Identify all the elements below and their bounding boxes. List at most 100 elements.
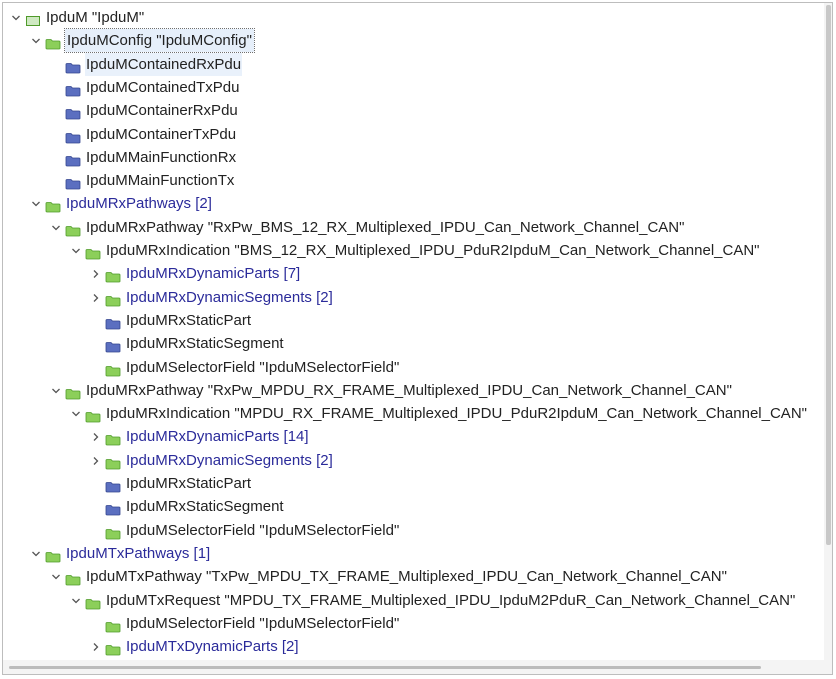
chevron-down-icon[interactable] [49,379,63,402]
tree-node-label: IpduMRxIndication "BMS_12_RX_Multiplexed… [106,242,760,259]
green-folder-icon [65,570,81,586]
blue-folder-icon [105,337,121,353]
tree-node[interactable]: IpduMRxPathway "RxPw_BMS_12_RX_Multiplex… [49,216,824,239]
chevron-down-icon[interactable] [9,6,23,29]
tree-node-label: IpduMSelectorField "IpduMSelectorField" [126,521,400,539]
tree-node[interactable]: IpduMTxPathways [1] [29,542,824,565]
tree-node-label: IpduMContainedRxPdu [85,52,243,76]
tree-node[interactable]: IpduMTxRequest "MPDU_TX_FRAME_Multiplexe… [69,589,824,612]
tree-node-label: IpduMRxDynamicSegments [2] [126,288,333,306]
green-folder-icon [105,524,121,539]
tree-node[interactable]: IpduMRxDynamicSegments [2] [89,449,824,472]
vertical-scrollbar[interactable] [824,3,832,660]
tree-node-label: IpduMRxStaticSegment [126,498,284,516]
module-icon [25,11,41,26]
tree-node-label: IpduMRxStaticPart [126,475,252,492]
chevron-down-icon[interactable] [29,192,43,215]
blue-folder-icon [65,151,81,167]
tree-node-label: IpduMRxDynamicParts [7] [126,265,301,283]
configuration-tree-window: IpduM "IpduM" IpduMConfig "IpduMConfig" Ip… [2,2,833,675]
tree-node[interactable]: IpduMRxIndication "BMS_12_RX_Multiplexed… [69,239,824,262]
chevron-right-icon[interactable] [89,262,103,285]
tree-node[interactable]: IpduMContainedTxPdu [49,76,824,99]
green-folder-icon [105,640,121,656]
green-folder-icon [45,547,61,563]
chevron-down-icon[interactable] [29,542,43,565]
blue-folder-icon [105,314,121,330]
tree-node[interactable]: IpduMSelectorField "IpduMSelectorField" [89,356,824,379]
chevron-down-icon[interactable] [29,29,43,52]
chevron-down-icon[interactable] [69,402,83,425]
chevron-down-icon[interactable] [49,216,63,239]
tree-node-label: IpduM "IpduM" [46,9,145,26]
tree-node-label: IpduMRxPathway "RxPw_BMS_12_RX_Multiplex… [86,218,685,236]
tree-node[interactable]: IpduMTxDynamicParts [2] [89,635,824,658]
green-folder-icon [105,267,121,283]
tree-node[interactable]: IpduMRxStaticPart [89,309,824,332]
tree-node-label: IpduMContainerTxPdu [86,125,237,143]
vertical-scrollbar-thumb[interactable] [826,5,831,545]
green-folder-icon [65,221,81,237]
tree-node[interactable]: IpduMSelectorField "IpduMSelectorField" [89,612,824,635]
tree-node-label: IpduMTxRequest "MPDU_TX_FRAME_Multiplexe… [106,591,796,609]
tree-node[interactable]: IpduMMainFunctionTx [49,169,824,192]
tree-node[interactable]: IpduMContainerRxPdu [49,99,824,122]
green-folder-icon [85,244,101,260]
tree-node-label: IpduMRxDynamicSegments [2] [126,451,333,469]
blue-folder-icon [65,174,81,190]
chevron-right-icon[interactable] [89,449,103,472]
blue-folder-icon [105,477,121,493]
blue-folder-icon [105,500,121,516]
horizontal-scrollbar-thumb[interactable] [9,666,761,669]
tree-node-label: IpduMConfig "IpduMConfig" [64,28,255,54]
tree-node[interactable]: IpduMRxStaticPart [89,472,824,495]
tree-node-label: IpduMMainFunctionRx [86,148,237,166]
config-tree-view[interactable]: IpduM "IpduM" IpduMConfig "IpduMConfig" Ip… [3,3,824,660]
tree-node[interactable]: IpduMRxStaticSegment [89,495,824,518]
green-folder-icon [65,384,81,400]
tree-node[interactable]: IpduMRxPathways [2] [29,192,824,215]
tree-node[interactable]: IpduM "IpduM" [9,6,824,29]
green-folder-icon [105,291,121,306]
tree-node[interactable]: IpduMTxPathway "TxPw_MPDU_TX_FRAME_Multi… [49,565,824,588]
tree-node[interactable]: IpduMConfig "IpduMConfig" [29,28,824,54]
chevron-right-icon[interactable] [89,635,103,658]
tree-node-label: IpduMTxDynamicParts [2] [126,638,299,656]
tree-node[interactable]: IpduMSelectorField "IpduMSelectorField" [89,519,824,542]
tree-node[interactable]: IpduMRxDynamicParts [7] [89,262,824,285]
tree-node-label: IpduMRxStaticSegment [126,335,284,353]
tree-node[interactable]: IpduMRxIndication "MPDU_RX_FRAME_Multipl… [69,402,824,425]
tree-node-label: IpduMRxPathway "RxPw_MPDU_RX_FRAME_Multi… [86,381,732,399]
tree-node[interactable]: IpduMMainFunctionRx [49,146,824,169]
green-folder-icon [45,197,61,213]
tree-node[interactable]: IpduMRxPathway "RxPw_MPDU_RX_FRAME_Multi… [49,379,824,402]
tree-node[interactable]: IpduMRxDynamicSegments [2] [89,286,824,309]
chevron-down-icon[interactable] [49,565,63,588]
tree-node-label: IpduMSelectorField "IpduMSelectorField" [126,614,400,632]
chevron-down-icon[interactable] [69,589,83,612]
tree-node-label: IpduMTxPathways [1] [66,544,211,562]
tree-node-label: IpduMRxIndication "MPDU_RX_FRAME_Multipl… [106,405,807,423]
green-folder-icon [85,594,101,609]
tree-node-label: IpduMSelectorField "IpduMSelectorField" [126,358,400,376]
green-folder-icon [105,617,121,633]
green-folder-icon [105,430,121,446]
tree-node[interactable]: IpduMContainedRxPdu [49,52,824,76]
blue-folder-icon [65,128,81,143]
tree-node-label: IpduMRxStaticPart [126,311,252,329]
chevron-right-icon[interactable] [89,425,103,448]
tree-node-label: IpduMContainedTxPdu [86,78,240,96]
green-folder-icon [45,34,61,50]
chevron-down-icon[interactable] [69,239,83,262]
blue-folder-icon [65,104,81,120]
tree-node-label: IpduMTxPathway "TxPw_MPDU_TX_FRAME_Multi… [86,568,727,586]
tree-node-label: IpduMContainerRxPdu [86,102,238,120]
horizontal-scrollbar[interactable] [3,660,832,674]
tree-node[interactable]: IpduMRxStaticSegment [89,332,824,355]
tree-node[interactable]: IpduMRxDynamicParts [14] [89,425,824,448]
tree-node[interactable]: IpduMContainerTxPdu [49,123,824,146]
chevron-right-icon[interactable] [89,286,103,309]
tree-node-label: IpduMRxPathways [2] [66,195,212,213]
blue-folder-icon [65,58,81,73]
green-folder-icon [85,407,101,423]
